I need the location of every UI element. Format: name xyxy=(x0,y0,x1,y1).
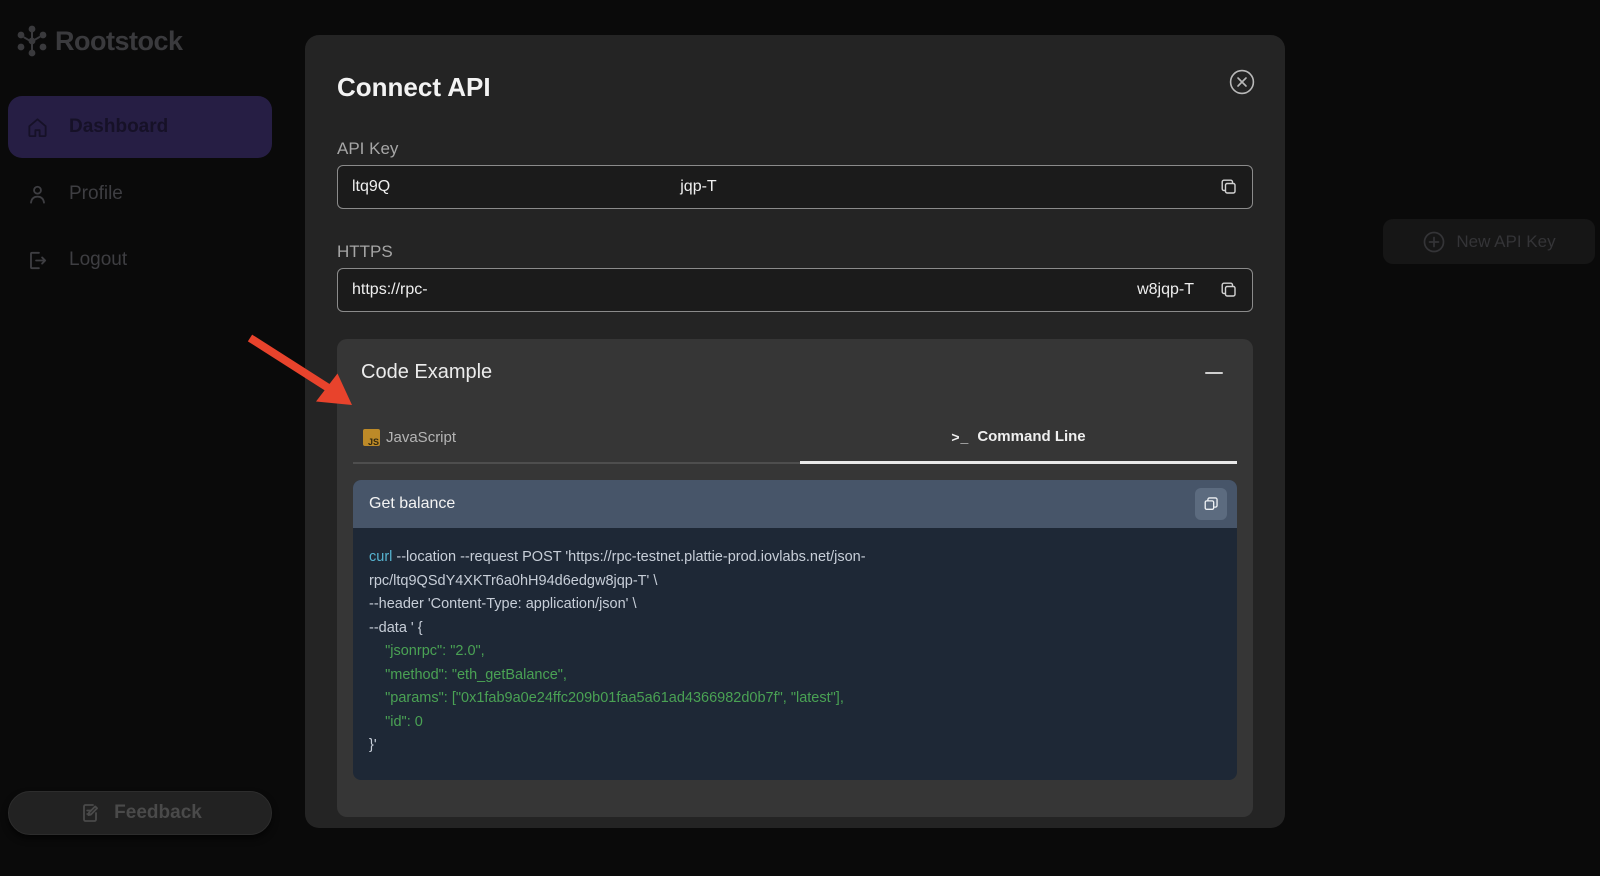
tab-command-line[interactable]: >_ Command Line xyxy=(800,428,1237,464)
close-icon[interactable] xyxy=(1229,69,1255,95)
sidebar-item-label: Logout xyxy=(69,249,127,271)
sidebar-item-label: Dashboard xyxy=(69,116,168,138)
copy-icon[interactable] xyxy=(1220,178,1238,196)
https-label: HTTPS xyxy=(337,242,1253,262)
sidebar-item-logout[interactable]: Logout xyxy=(8,234,272,286)
feedback-label: Feedback xyxy=(114,802,202,824)
https-value-end: w8jqp-T xyxy=(1137,281,1194,299)
code-language-tabs: JS JavaScript >_ Command Line xyxy=(353,428,1237,464)
plus-circle-icon xyxy=(1422,230,1446,254)
feedback-note-icon xyxy=(78,801,102,825)
sidebar-item-label: Profile xyxy=(69,183,123,205)
new-api-key-label: New API Key xyxy=(1456,232,1555,252)
code-example-card: Code Example JS JavaScript >_ Command Li… xyxy=(337,339,1253,817)
rootstock-logo-text: Rootstock xyxy=(55,26,183,57)
app-root: Rootstock Dashboard Profile xyxy=(0,0,1600,876)
https-field[interactable]: https://rpc- w8jqp-T xyxy=(337,268,1253,312)
sidebar-item-profile[interactable]: Profile xyxy=(8,168,272,220)
api-key-label: API Key xyxy=(337,139,1253,159)
feedback-button[interactable]: Feedback xyxy=(8,791,272,835)
tab-command-line-label: Command Line xyxy=(977,428,1085,445)
javascript-icon: JS xyxy=(363,429,380,446)
connect-api-modal: Connect API API Key ltq9Q jqp-T HTTPS ht… xyxy=(305,35,1285,828)
sidebar-item-dashboard[interactable]: Dashboard xyxy=(8,96,272,158)
new-api-key-button[interactable]: New API Key xyxy=(1383,219,1595,264)
api-key-value-start: ltq9Q xyxy=(352,178,390,196)
modal-title: Connect API xyxy=(337,72,1253,103)
home-icon xyxy=(26,116,49,139)
copy-icon[interactable] xyxy=(1220,281,1238,299)
api-key-field[interactable]: ltq9Q jqp-T xyxy=(337,165,1253,209)
code-example-title: Code Example xyxy=(361,361,492,384)
person-icon xyxy=(26,183,49,206)
code-snippet-block: Get balance curl --location --request PO… xyxy=(353,480,1237,780)
snippet-title: Get balance xyxy=(369,495,455,513)
collapse-minus-icon[interactable] xyxy=(1205,371,1223,375)
tab-javascript[interactable]: JS JavaScript xyxy=(353,428,800,464)
snippet-copy-button[interactable] xyxy=(1195,488,1227,520)
rootstock-logo-icon xyxy=(16,24,48,58)
logout-icon xyxy=(26,249,49,272)
tab-javascript-label: JavaScript xyxy=(386,429,456,446)
rootstock-logo: Rootstock xyxy=(16,24,183,58)
sidebar: Rootstock Dashboard Profile xyxy=(0,0,280,876)
code-lines[interactable]: curl --location --request POST 'https://… xyxy=(353,528,1237,780)
https-value-start: https://rpc- xyxy=(352,281,428,299)
api-key-value-end: jqp-T xyxy=(680,178,716,196)
terminal-prompt-icon: >_ xyxy=(951,429,969,445)
